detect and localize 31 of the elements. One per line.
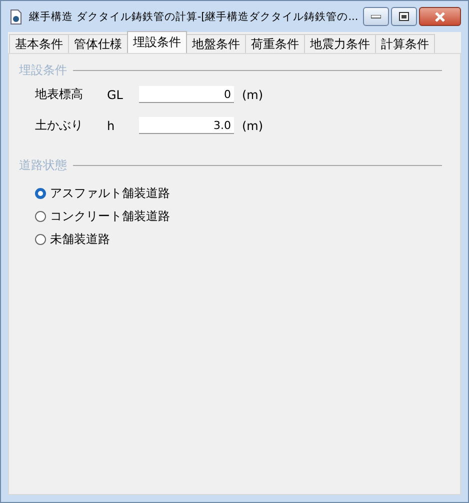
app-icon [9, 8, 23, 24]
radio-option[interactable]: コンクリート舗装道路 [35, 205, 442, 228]
radio-option[interactable]: 未舗装道路 [35, 228, 442, 251]
radio-button[interactable] [35, 188, 46, 199]
unit-label: (m) [242, 118, 264, 132]
tab[interactable]: 管体仕様 [68, 34, 128, 53]
tab[interactable]: 地盤条件 [186, 34, 246, 53]
close-icon [434, 12, 446, 22]
input-field[interactable]: 0 [139, 86, 234, 103]
tab[interactable]: 地震力条件 [304, 34, 376, 53]
field-label: 地表標高 [34, 86, 84, 103]
field-symbol: GL [107, 88, 124, 102]
window-title: 継手構造 ダクタイル鋳鉄管の計算-[継手構造ダクタイル鋳鉄管の... [29, 10, 357, 24]
minimize-button[interactable] [363, 7, 389, 26]
unit-label: (m) [242, 88, 264, 102]
field-label: 土かぶり [34, 117, 84, 134]
tab[interactable]: 埋設条件 [127, 31, 187, 53]
group-heading: 埋設条件 [19, 62, 67, 79]
radio-option[interactable]: アスファルト舗装道路 [35, 182, 442, 205]
radio-button[interactable] [35, 234, 46, 245]
group-heading: 道路状態 [19, 157, 67, 174]
radio-button[interactable] [35, 211, 46, 222]
tab[interactable]: 基本条件 [9, 34, 69, 53]
field-symbol: h [107, 118, 116, 132]
input-field[interactable]: 3.0 [139, 117, 234, 134]
minimize-icon [371, 14, 381, 18]
maximize-icon [399, 12, 409, 21]
tab[interactable]: 荷重条件 [245, 34, 305, 53]
maximize-button[interactable] [391, 7, 417, 26]
tab[interactable]: 計算条件 [375, 34, 435, 53]
close-button[interactable] [419, 7, 461, 26]
